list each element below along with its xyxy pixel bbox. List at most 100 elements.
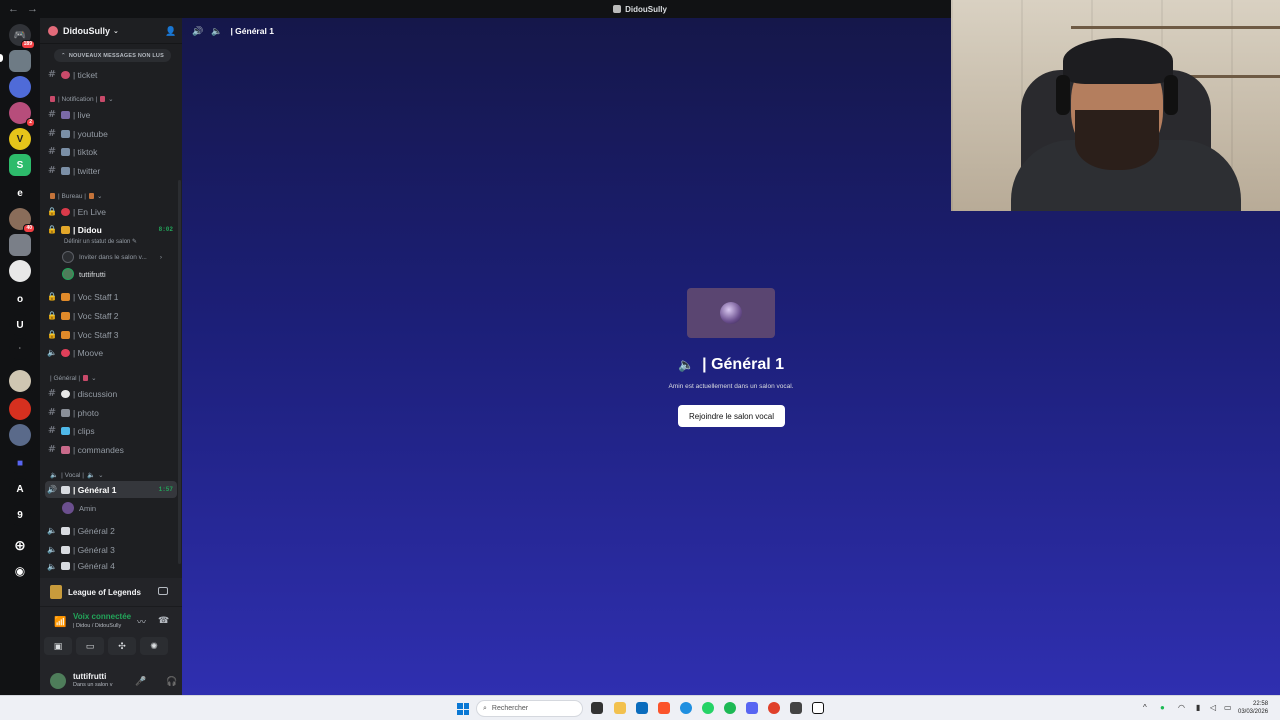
category-general[interactable]: | Général | ⌄: [50, 374, 97, 383]
server-icon-1[interactable]: [9, 50, 31, 72]
voice-channel-staff-1[interactable]: 🔒 | Voc Staff 1: [45, 288, 177, 305]
channel-commandes[interactable]: # | commandes: [45, 441, 177, 458]
add-member-icon[interactable]: 👤: [165, 26, 176, 36]
add-server-icon[interactable]: ⊕: [9, 534, 31, 556]
participant-tile[interactable]: [687, 288, 775, 338]
windows-start-icon[interactable]: [457, 703, 469, 715]
server-icon-11[interactable]: [9, 398, 31, 420]
server-header[interactable]: DidouSully ⌄ 👤: [40, 18, 182, 44]
voice-channel-moove[interactable]: 🔈 | Moove: [45, 344, 177, 361]
live-emoji-icon: [61, 110, 70, 119]
signal-icon[interactable]: 📶: [54, 617, 66, 628]
channel-twitter[interactable]: # | twitter: [45, 162, 177, 179]
screen-share-icon[interactable]: [158, 587, 168, 595]
server-icon-5[interactable]: S: [9, 154, 31, 176]
folder-icon[interactable]: ■: [9, 452, 31, 474]
category-notification[interactable]: | Notification | ⌄: [50, 95, 114, 103]
app-icon[interactable]: [768, 702, 780, 714]
whatsapp-icon[interactable]: [702, 702, 714, 714]
server-icon-12[interactable]: [9, 424, 31, 446]
chevron-right-icon: ›: [159, 253, 162, 261]
server-icon-6[interactable]: 40: [9, 208, 35, 233]
lock-icon: 🔒: [47, 330, 57, 339]
server-icon-a[interactable]: A: [9, 478, 31, 500]
channel-ticket[interactable]: # | ticket: [45, 66, 177, 83]
server-icon-8[interactable]: [9, 260, 31, 282]
unread-messages-pill[interactable]: ⌃ NOUVEAUX MESSAGES NON LUS: [54, 49, 171, 62]
server-icon-9[interactable]: ·: [9, 338, 31, 360]
notion-icon[interactable]: [812, 702, 824, 714]
server-icon-nine[interactable]: 9: [9, 504, 31, 526]
file-explorer-icon[interactable]: [614, 702, 626, 714]
voice-channel-general-3[interactable]: 🔈 | Général 3: [45, 541, 177, 558]
app-icon[interactable]: [790, 702, 802, 714]
channel-clips[interactable]: # | clips: [45, 422, 177, 439]
app-icon[interactable]: [680, 702, 692, 714]
voice-channel-didou[interactable]: 🔒 | Didou 8:02: [45, 221, 177, 238]
microphone-icon[interactable]: 🎤: [135, 676, 146, 687]
soundboard-button[interactable]: ✺: [140, 637, 168, 655]
activity-panel[interactable]: League of Legends: [40, 578, 182, 606]
invite-to-channel[interactable]: Inviter dans le salon v... ›: [62, 249, 162, 265]
category-bureau[interactable]: | Bureau | ⌄: [50, 192, 102, 200]
task-view-icon[interactable]: [591, 702, 603, 714]
channel-discussion[interactable]: # | discussion: [45, 385, 177, 402]
microphone-icon[interactable]: ▮: [1196, 703, 1200, 712]
taskbar-search[interactable]: ⌕ Rechercher: [476, 700, 583, 717]
battery-icon[interactable]: ▭: [1224, 703, 1232, 712]
discover-icon[interactable]: ◉: [9, 560, 31, 582]
server-icon-2[interactable]: [9, 76, 31, 98]
noise-suppression-icon[interactable]: 〰: [137, 615, 146, 628]
avatar[interactable]: [50, 673, 66, 689]
headphones-left: [1056, 75, 1070, 115]
server-icon-4[interactable]: V: [9, 128, 31, 150]
avatar: [720, 302, 742, 324]
discord-icon[interactable]: [746, 702, 758, 714]
voice-channel-general-2[interactable]: 🔈 | Général 2: [45, 522, 177, 539]
channel-live[interactable]: # | live: [45, 106, 177, 123]
channel-en-live[interactable]: 🔒 | En Live: [45, 203, 177, 220]
store-icon[interactable]: [636, 702, 648, 714]
taskbar-clock[interactable]: 22:58 03/03/2026: [1238, 700, 1268, 716]
voice-location[interactable]: | Didou / DidouSully: [73, 623, 121, 629]
speaker-icon: 🔈: [47, 545, 57, 554]
server-icon-u[interactable]: U: [9, 314, 31, 336]
screen-share-button[interactable]: ▭: [76, 637, 104, 655]
voice-member-tuttifrutti[interactable]: tuttifrutti: [62, 266, 106, 282]
activities-button[interactable]: ✣: [108, 637, 136, 655]
headphones-icon[interactable]: 🎧: [166, 676, 177, 687]
sidebar-scrollbar[interactable]: [178, 180, 181, 564]
voice-status[interactable]: Voix connectée: [73, 612, 131, 621]
channel-photo[interactable]: # | photo: [45, 404, 177, 421]
speaker-icon[interactable]: ◁: [1210, 703, 1216, 712]
server-icon-o[interactable]: o: [9, 288, 31, 310]
camera-off-button[interactable]: ▣: [44, 637, 72, 655]
chevron-down-icon: ⌄: [108, 96, 114, 103]
voice-channel-general-4[interactable]: 🔈 | Général 4: [45, 559, 177, 573]
camera-off-icon: ▣: [53, 640, 63, 651]
channel-status-prompt[interactable]: Définir un statut de salon ✎: [64, 238, 137, 245]
voice-channel-staff-3[interactable]: 🔒 | Voc Staff 3: [45, 326, 177, 343]
server-icon-3[interactable]: 2: [9, 102, 35, 127]
webcam-person-beard: [1075, 110, 1159, 170]
disconnect-icon[interactable]: ☎: [158, 615, 169, 626]
speaker-emoji-icon: 🔈: [211, 25, 223, 36]
join-voice-button[interactable]: Rejoindre le salon vocal: [678, 405, 785, 427]
voice-channel-staff-2[interactable]: 🔒 | Voc Staff 2: [45, 307, 177, 324]
tray-app-icon[interactable]: ●: [1160, 703, 1165, 712]
spotify-icon[interactable]: [724, 702, 736, 714]
user-name[interactable]: tuttifrutti: [73, 672, 106, 681]
wifi-icon[interactable]: ◠: [1178, 703, 1185, 712]
server-icon-7[interactable]: [9, 234, 31, 256]
category-vocal[interactable]: 🔈 | Vocal | 🔈 ⌄: [50, 471, 104, 480]
voice-member-amin[interactable]: Amin: [62, 500, 96, 516]
brave-icon[interactable]: [658, 702, 670, 714]
server-icon-10[interactable]: [9, 370, 31, 392]
invite-user-icon: [62, 251, 74, 263]
channel-youtube[interactable]: # | youtube: [45, 125, 177, 142]
voice-channel-general-1[interactable]: 🔊 | Général 1 1:57: [45, 481, 177, 498]
dm-home-icon[interactable]: 🎮 189: [9, 24, 35, 49]
channel-tiktok[interactable]: # | tiktok: [45, 143, 177, 160]
chevron-up-icon[interactable]: ^: [1143, 703, 1147, 712]
server-icon-e[interactable]: e: [9, 182, 31, 204]
